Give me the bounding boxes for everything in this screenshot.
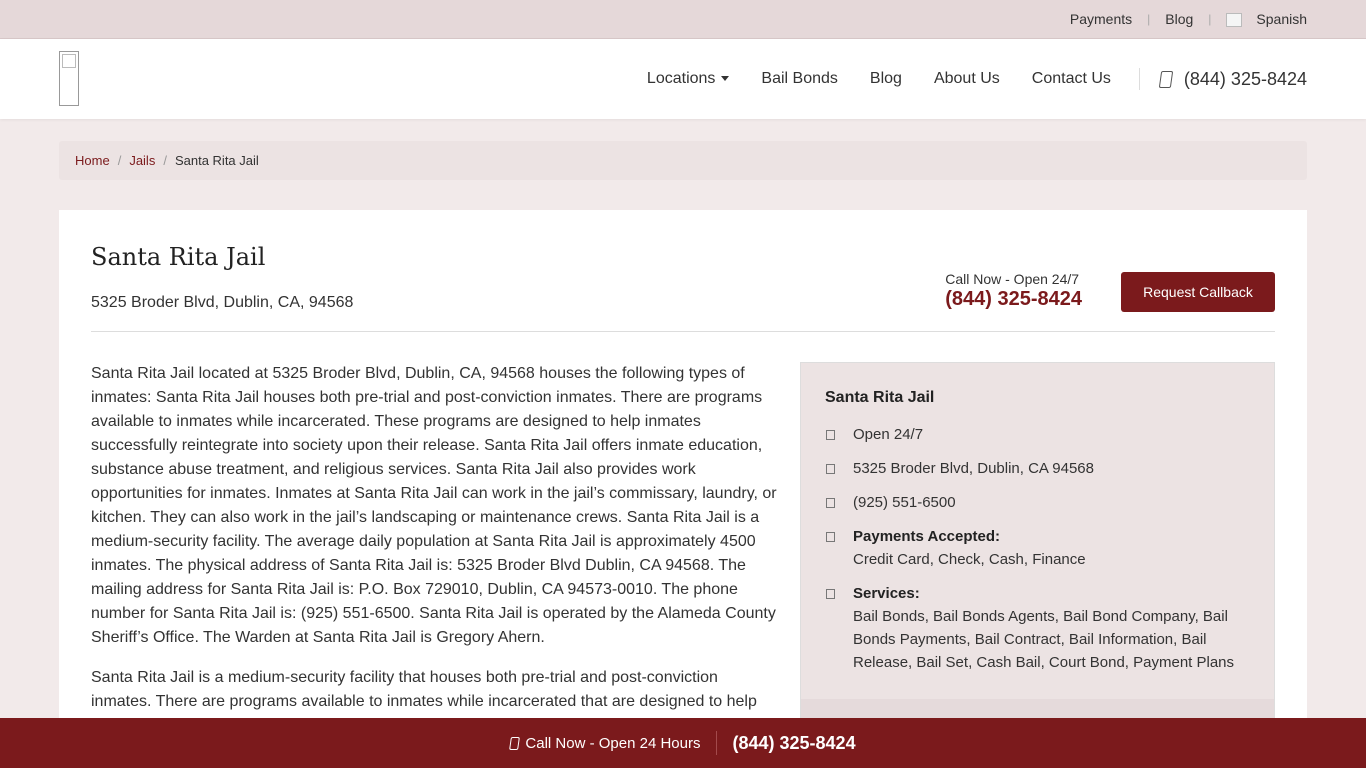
divider [91,331,1275,332]
info-hours: Open 24/7 [825,423,1250,446]
info-phone-link[interactable]: (925) 551-6500 [853,491,956,514]
top-utility-bar: Payments | Blog | Spanish [0,0,1366,39]
top-utility-links: Payments | Blog | Spanish [1070,0,1307,38]
phone-icon [826,498,835,508]
info-payments-text: Credit Card, Check, Cash, Finance [853,551,1086,568]
breadcrumb-jails[interactable]: Jails [129,153,155,168]
nav-locations[interactable]: Locations [647,70,730,88]
sticky-call-phone[interactable]: (844) 325-8424 [732,733,855,754]
info-payments: Payments Accepted: Credit Card, Check, C… [825,525,1250,571]
breadcrumb-separator: / [117,153,122,168]
page-title: Santa Rita Jail [91,243,266,271]
nav-contact-us[interactable]: Contact Us [1032,70,1111,88]
sticky-call-label-wrap: Call Now - Open 24 Hours [509,734,701,752]
site-header: Locations Bail Bonds Blog About Us Conta… [0,39,1366,119]
info-address-text: 5325 Broder Blvd, Dublin, CA 94568 [853,460,1094,477]
phone-icon [1158,70,1174,88]
language-link[interactable]: Spanish [1226,10,1307,28]
sticky-call-label: Call Now - Open 24 Hours [525,734,701,752]
language-label: Spanish [1256,10,1307,27]
info-services: Services: Bail Bonds, Bail Bonds Agents,… [825,582,1250,674]
list-icon [826,589,835,599]
nav-about-us[interactable]: About Us [934,70,1000,88]
breadcrumb-separator: / [163,153,167,168]
info-payments-label: Payments Accepted: [853,528,1000,545]
chevron-down-icon [721,76,730,82]
jail-detail-card: Santa Rita Jail 5325 Broder Blvd, Dublin… [59,210,1307,763]
separator: | [1208,12,1212,26]
jail-info-sidebar: Santa Rita Jail Open 24/7 5325 Broder Bl… [800,362,1275,763]
nav-divider [1138,68,1140,90]
clock-icon [826,430,835,440]
info-services-text: Bail Bonds, Bail Bonds Agents, Bail Bond… [853,608,1235,671]
breadcrumb-home[interactable]: Home [75,153,110,168]
site-logo[interactable] [59,51,79,106]
nav-bail-bonds[interactable]: Bail Bonds [761,70,838,88]
credit-card-icon [826,532,835,542]
info-address: 5325 Broder Blvd, Dublin, CA 94568 [825,457,1250,480]
jail-description: Santa Rita Jail located at 5325 Broder B… [91,362,781,730]
nav-locations-label: Locations [646,70,716,87]
breadcrumb: Home / Jails / Santa Rita Jail [59,141,1307,180]
nav-blog[interactable]: Blog [870,70,902,88]
info-phone: (925) 551-6500 [825,491,1250,514]
call-now-block: Call Now - Open 24/7 (844) 325-8424 [945,271,1082,311]
description-paragraph: Santa Rita Jail located at 5325 Broder B… [91,365,777,646]
sticky-call-bar[interactable]: Call Now - Open 24 Hours (844) 325-8424 [0,718,1366,768]
call-now-phone[interactable]: (844) 325-8424 [945,288,1082,311]
request-callback-button[interactable]: Request Callback [1121,272,1275,312]
description-paragraph: Santa Rita Jail is a medium-security fac… [91,669,757,710]
sticky-divider [716,731,718,755]
info-hours-text: Open 24/7 [853,426,924,443]
map-marker-icon [826,464,835,474]
separator: | [1147,12,1151,26]
info-services-label: Services: [853,585,920,602]
info-title: Santa Rita Jail [825,389,935,406]
top-blog-link[interactable]: Blog [1165,11,1193,27]
payments-link[interactable]: Payments [1070,11,1132,27]
call-now-label: Call Now - Open 24/7 [945,271,1080,287]
main-nav: Locations Bail Bonds Blog About Us Conta… [647,39,1307,119]
header-phone-link[interactable]: (844) 325-8424 [1158,68,1307,90]
breadcrumb-current: Santa Rita Jail [174,153,259,168]
phone-icon [509,736,521,750]
flag-icon [1226,13,1243,28]
jail-address: 5325 Broder Blvd, Dublin, CA, 94568 [91,294,354,311]
header-phone-number: (844) 325-8424 [1183,68,1307,89]
